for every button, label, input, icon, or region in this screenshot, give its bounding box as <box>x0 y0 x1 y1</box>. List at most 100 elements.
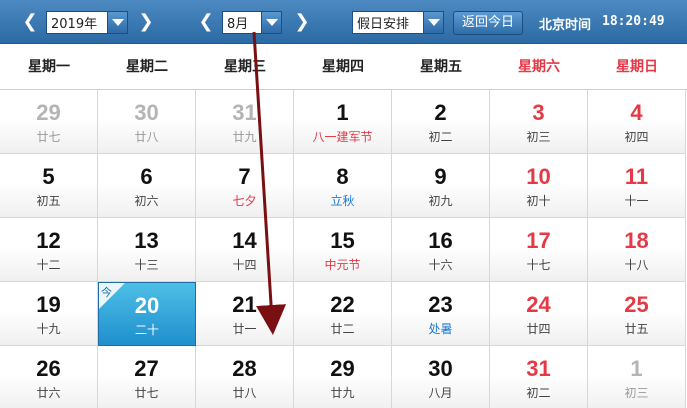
day-cell[interactable]: 4 初四 <box>588 90 686 154</box>
day-number: 14 <box>232 228 257 253</box>
lunar-date: 八月 <box>428 386 453 400</box>
day-number: 31 <box>232 100 257 125</box>
lunar-date: 初十 <box>526 194 551 208</box>
month-select[interactable]: 8月 <box>222 11 282 34</box>
lunar-date: 十三 <box>134 258 159 272</box>
day-number: 21 <box>232 292 257 317</box>
day-number: 15 <box>330 228 355 253</box>
day-cell[interactable]: 1 初三 <box>588 346 686 408</box>
day-cell[interactable]: 5 初五 <box>0 154 98 218</box>
day-number: 22 <box>330 292 355 317</box>
day-cell[interactable]: 1 八一建军节 <box>294 90 392 154</box>
day-cell[interactable]: 6 初六 <box>98 154 196 218</box>
day-cell[interactable]: 10 初十 <box>490 154 588 218</box>
day-cell[interactable]: 9 初九 <box>392 154 490 218</box>
lunar-date: 八一建军节 <box>312 130 373 144</box>
day-number: 28 <box>232 356 257 381</box>
day-cell[interactable]: 17 十七 <box>490 218 588 282</box>
day-cell[interactable]: 27 廿七 <box>98 346 196 408</box>
lunar-date: 初三 <box>526 130 551 144</box>
day-number: 4 <box>630 100 643 125</box>
day-cell[interactable]: 30 八月 <box>392 346 490 408</box>
lunar-date: 中元节 <box>324 258 361 272</box>
lunar-date: 十六 <box>428 258 453 272</box>
day-cell[interactable]: 16 十六 <box>392 218 490 282</box>
day-number: 1 <box>336 100 349 125</box>
day-number: 26 <box>36 356 61 381</box>
lunar-date: 十八 <box>624 258 649 272</box>
day-number: 9 <box>434 164 447 189</box>
lunar-date: 处暑 <box>428 322 453 336</box>
day-number: 2 <box>434 100 447 125</box>
day-cell[interactable]: 8 立秋 <box>294 154 392 218</box>
lunar-date: 初三 <box>624 386 649 400</box>
day-cell[interactable]: 12 十二 <box>0 218 98 282</box>
lunar-date: 廿八 <box>232 386 257 400</box>
day-cell[interactable]: 24 廿四 <box>490 282 588 346</box>
day-cell[interactable]: 31 初二 <box>490 346 588 408</box>
weekday-label: 星期四 <box>322 59 364 75</box>
day-cell-today[interactable]: 今 20 二十 <box>98 282 196 346</box>
lunar-date: 十二 <box>36 258 61 272</box>
day-number: 10 <box>526 164 551 189</box>
clock-time: 18:20:49 <box>602 14 665 29</box>
day-cell[interactable]: 28 廿八 <box>196 346 294 408</box>
lunar-date: 初四 <box>624 130 649 144</box>
day-cell[interactable]: 21 廿一 <box>196 282 294 346</box>
lunar-date: 十九 <box>36 322 61 336</box>
chevron-right-icon: ❯ <box>138 11 154 32</box>
year-select[interactable]: 2019年 <box>46 11 128 34</box>
day-number: 8 <box>336 164 349 189</box>
day-number: 1 <box>630 356 643 381</box>
day-number: 29 <box>36 100 61 125</box>
day-number: 17 <box>526 228 551 253</box>
day-cell[interactable]: 22 廿二 <box>294 282 392 346</box>
day-cell[interactable]: 15 中元节 <box>294 218 392 282</box>
month-select-value: 8月 <box>227 17 249 32</box>
day-cell[interactable]: 31 廿九 <box>196 90 294 154</box>
day-cell[interactable]: 18 十八 <box>588 218 686 282</box>
day-cell[interactable]: 26 廿六 <box>0 346 98 408</box>
weekday-label-sunday: 星期日 <box>616 59 658 75</box>
weekday-label: 星期三 <box>224 59 266 75</box>
back-to-today-button[interactable]: 返回今日 <box>453 11 523 35</box>
prev-month-button[interactable]: ❮ <box>196 10 216 34</box>
lunar-date: 初五 <box>36 194 61 208</box>
day-number: 20 <box>134 293 160 318</box>
day-cell[interactable]: 29 廿九 <box>294 346 392 408</box>
day-cell[interactable]: 29 廿七 <box>0 90 98 154</box>
day-number: 3 <box>532 100 545 125</box>
weekday-header: 星期一 星期二 星期三 星期四 星期五 星期六 星期日 <box>0 44 687 90</box>
lunar-date: 立秋 <box>330 194 355 208</box>
chevron-down-icon <box>423 12 443 33</box>
lunar-date: 初二 <box>428 130 453 144</box>
lunar-date: 二十 <box>134 323 159 337</box>
lunar-date: 廿八 <box>134 130 159 144</box>
day-number: 30 <box>134 100 159 125</box>
day-number: 6 <box>140 164 153 189</box>
day-cell[interactable]: 7 七夕 <box>196 154 294 218</box>
day-cell[interactable]: 30 廿八 <box>98 90 196 154</box>
lunar-date: 廿五 <box>624 322 649 336</box>
day-cell[interactable]: 23 处暑 <box>392 282 490 346</box>
chevron-left-icon: ❮ <box>198 11 214 32</box>
day-cell[interactable]: 3 初三 <box>490 90 588 154</box>
holiday-select[interactable]: 假日安排 <box>352 11 444 34</box>
calendar-toolbar: ❮ 2019年 ❯ ❮ 8月 ❯ 假日安排 返回今日 北京时间 18:20:49 <box>0 0 687 44</box>
day-number: 5 <box>42 164 55 189</box>
weekday-label-saturday: 星期六 <box>518 59 560 75</box>
day-cell[interactable]: 25 廿五 <box>588 282 686 346</box>
day-number: 19 <box>36 292 61 317</box>
day-cell[interactable]: 14 十四 <box>196 218 294 282</box>
day-cell[interactable]: 13 十三 <box>98 218 196 282</box>
lunar-date: 十四 <box>232 258 257 272</box>
day-number: 7 <box>238 164 251 189</box>
prev-year-button[interactable]: ❮ <box>20 10 40 34</box>
day-cell[interactable]: 11 十一 <box>588 154 686 218</box>
weekday-label: 星期五 <box>420 59 462 75</box>
day-cell[interactable]: 19 十九 <box>0 282 98 346</box>
lunar-date: 十一 <box>624 194 649 208</box>
next-year-button[interactable]: ❯ <box>136 10 156 34</box>
next-month-button[interactable]: ❯ <box>292 10 312 34</box>
day-cell[interactable]: 2 初二 <box>392 90 490 154</box>
